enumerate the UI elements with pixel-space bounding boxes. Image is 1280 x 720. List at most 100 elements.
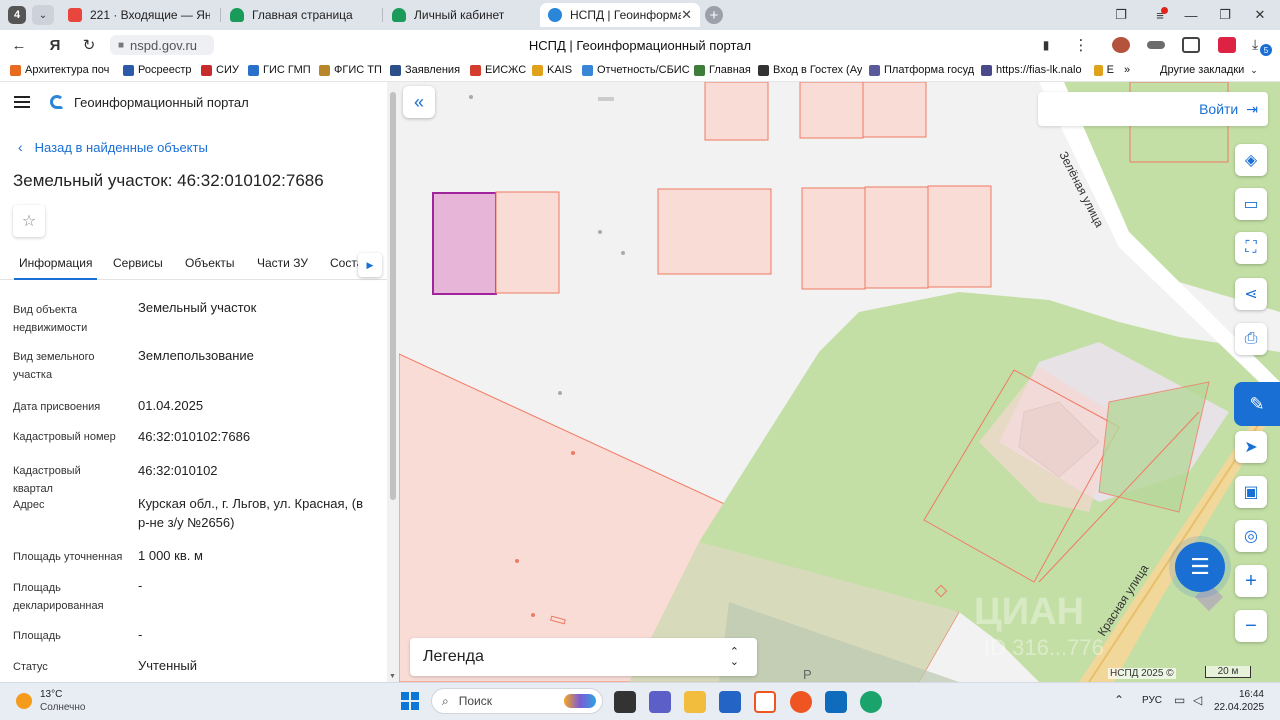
bookmark-label: Заявления [405, 64, 461, 76]
scroll-down-arrow-icon[interactable]: ▼ [389, 673, 396, 680]
tab-home[interactable]: Главная страница [222, 3, 382, 27]
tab-parts[interactable]: Части ЗУ [257, 256, 308, 270]
bookmark-item[interactable]: СИУ [201, 64, 239, 76]
bookmark-label: ГИС ГМП [263, 64, 311, 76]
notifications-icon[interactable]: ≡ [1145, 4, 1175, 26]
weather-icon[interactable] [16, 693, 32, 709]
close-tab-icon[interactable]: ✕ [681, 7, 692, 23]
tab-cabinet[interactable]: Личный кабинет [384, 3, 540, 27]
volume-icon[interactable]: ◁ [1193, 693, 1202, 707]
bookmark-label: E [1106, 64, 1114, 76]
extension-icon[interactable] [1112, 37, 1130, 53]
assistant-tab[interactable]: ✎ [1234, 382, 1280, 426]
share-button[interactable]: ⋖ [1235, 278, 1267, 310]
extension-icon[interactable] [1182, 37, 1200, 53]
hamburger-menu-icon[interactable] [14, 96, 30, 108]
close-window-button[interactable]: ✕ [1245, 4, 1275, 26]
bookmark-item[interactable]: https://fias-lk.nalo [981, 64, 1082, 76]
bookmark-item[interactable]: Архитектура поч [10, 64, 109, 76]
reload-icon[interactable]: ↻ [78, 34, 100, 56]
select-area-button[interactable]: ⛶ [1235, 232, 1267, 264]
more-bookmarks-button[interactable]: » [1124, 64, 1130, 76]
tab-mail[interactable]: 221 · Входящие — Яндекс [60, 3, 220, 27]
map-view[interactable]: ЦИАН ID 316...776 Зелёная улица Красная … [399, 82, 1280, 682]
network-icon[interactable]: ▭ [1174, 693, 1185, 707]
attribute-label: Адрес [13, 499, 45, 511]
collections-icon[interactable]: ❐ [1106, 4, 1136, 26]
back-to-results-link[interactable]: ‹ Назад в найденные объекты [18, 139, 208, 155]
tab-objects[interactable]: Объекты [185, 256, 235, 270]
minimize-button[interactable]: — [1176, 4, 1206, 26]
print-button[interactable]: ⎙ [1235, 323, 1267, 355]
bookmark-icon [390, 64, 401, 76]
yandex-icon[interactable]: Я [44, 34, 66, 56]
tabs-scroll-right-button[interactable]: ▶ [358, 253, 382, 277]
geolocation-button[interactable]: ➤ [1235, 431, 1267, 463]
restore-button[interactable]: ❐ [1210, 4, 1240, 26]
scroll-thumb[interactable] [390, 92, 396, 500]
bookmark-item[interactable]: ЕИСЖС [470, 64, 526, 76]
parcel [657, 188, 772, 275]
yandex-icon[interactable] [790, 691, 812, 713]
url-field[interactable]: ■ nspd.gov.ru [110, 35, 214, 55]
clock-date[interactable]: 22.04.2025 [1214, 702, 1264, 713]
bookmark-item[interactable]: ГИС ГМП [248, 64, 311, 76]
favorite-button[interactable]: ☆ [13, 205, 45, 237]
panel-scrollbar[interactable]: ▼ [387, 82, 399, 682]
portal-title: Геоинформационный портал [74, 95, 249, 110]
yandex-browser-icon[interactable] [754, 691, 776, 713]
tray-chevron-icon[interactable]: ⌃ [1114, 693, 1124, 707]
minimap-icon: ▣ [1243, 484, 1259, 501]
file-explorer-icon[interactable] [684, 691, 706, 713]
downloads-icon[interactable]: ⤓ 5 [1252, 36, 1272, 56]
login-button[interactable]: Войти ⇥ [1038, 92, 1268, 126]
clock-time[interactable]: 16:44 [1232, 689, 1264, 700]
other-bookmarks-button[interactable]: Другие закладки ⌄ [1160, 64, 1258, 76]
tab-nspd-active[interactable]: НСПД | Геоинформац ✕ [540, 3, 700, 27]
ruler-button[interactable]: ▭ [1235, 188, 1267, 220]
menu-dots-icon[interactable]: ⋮ [1070, 34, 1092, 56]
search-location-button[interactable]: ◎ [1235, 520, 1267, 552]
chat-button[interactable]: ☰ [1175, 542, 1225, 592]
bookmark-item[interactable]: Вход в Гостех (Ау [758, 64, 862, 76]
teams-icon[interactable] [649, 691, 671, 713]
bookmark-item[interactable]: Главная [694, 64, 751, 76]
bookmark-item[interactable]: Отчетность/СБИС [582, 64, 690, 76]
search-highlight-icon [564, 694, 596, 708]
extension-icon[interactable] [1218, 37, 1236, 53]
tab-information[interactable]: Информация [14, 256, 98, 280]
bookmark-item[interactable]: KAIS [532, 64, 572, 76]
edge-icon[interactable] [860, 691, 882, 713]
attribute-label: Дата присвоения [13, 401, 101, 413]
tab-services[interactable]: Сервисы [113, 256, 163, 270]
zoom-out-button[interactable]: − [1235, 610, 1267, 642]
taskbar-search[interactable]: ⌕ Поиск [431, 688, 603, 714]
store-icon[interactable] [719, 691, 741, 713]
minimap-button[interactable]: ▣ [1235, 476, 1267, 508]
bookmark-item[interactable]: Заявления [390, 64, 460, 76]
attribute-label: Площадь декларированная [13, 582, 104, 612]
bookmark-item[interactable]: E [1094, 64, 1114, 76]
tab-counter-button[interactable]: 4 [8, 6, 26, 24]
bookmark-item[interactable]: ФГИС ТП [319, 64, 382, 76]
attribute-value: 01.04.2025 [138, 398, 204, 413]
zoom-in-button[interactable]: + [1235, 565, 1267, 597]
bookmark-icon[interactable]: ▮ [1035, 34, 1057, 56]
task-view-icon[interactable] [614, 691, 636, 713]
map-canvas[interactable]: ЦИАН ID 316...776 Зелёная улица Красная … [399, 82, 1280, 682]
chat-icon: ☰ [1190, 554, 1210, 579]
extension-icon[interactable] [1147, 41, 1165, 49]
back-icon[interactable]: ← [8, 34, 30, 56]
layers-button[interactable]: ◈ [1235, 144, 1267, 176]
new-tab-button[interactable]: + [705, 6, 723, 24]
outlook-icon[interactable] [825, 691, 847, 713]
legend-panel[interactable]: Легенда ⌃ ⌄ [410, 638, 757, 676]
start-icon[interactable] [401, 692, 419, 710]
collapse-panel-button[interactable]: « [403, 86, 435, 118]
tabs-dropdown-icon[interactable]: ⌄ [32, 5, 54, 25]
chevron-right-icon: ▶ [366, 259, 374, 270]
watermark-id: ID 316...776 [984, 635, 1104, 660]
bookmark-item[interactable]: Платформа госуд [869, 64, 974, 76]
language-indicator[interactable]: РУС [1142, 695, 1162, 706]
bookmark-item[interactable]: Росреестр [123, 64, 191, 76]
